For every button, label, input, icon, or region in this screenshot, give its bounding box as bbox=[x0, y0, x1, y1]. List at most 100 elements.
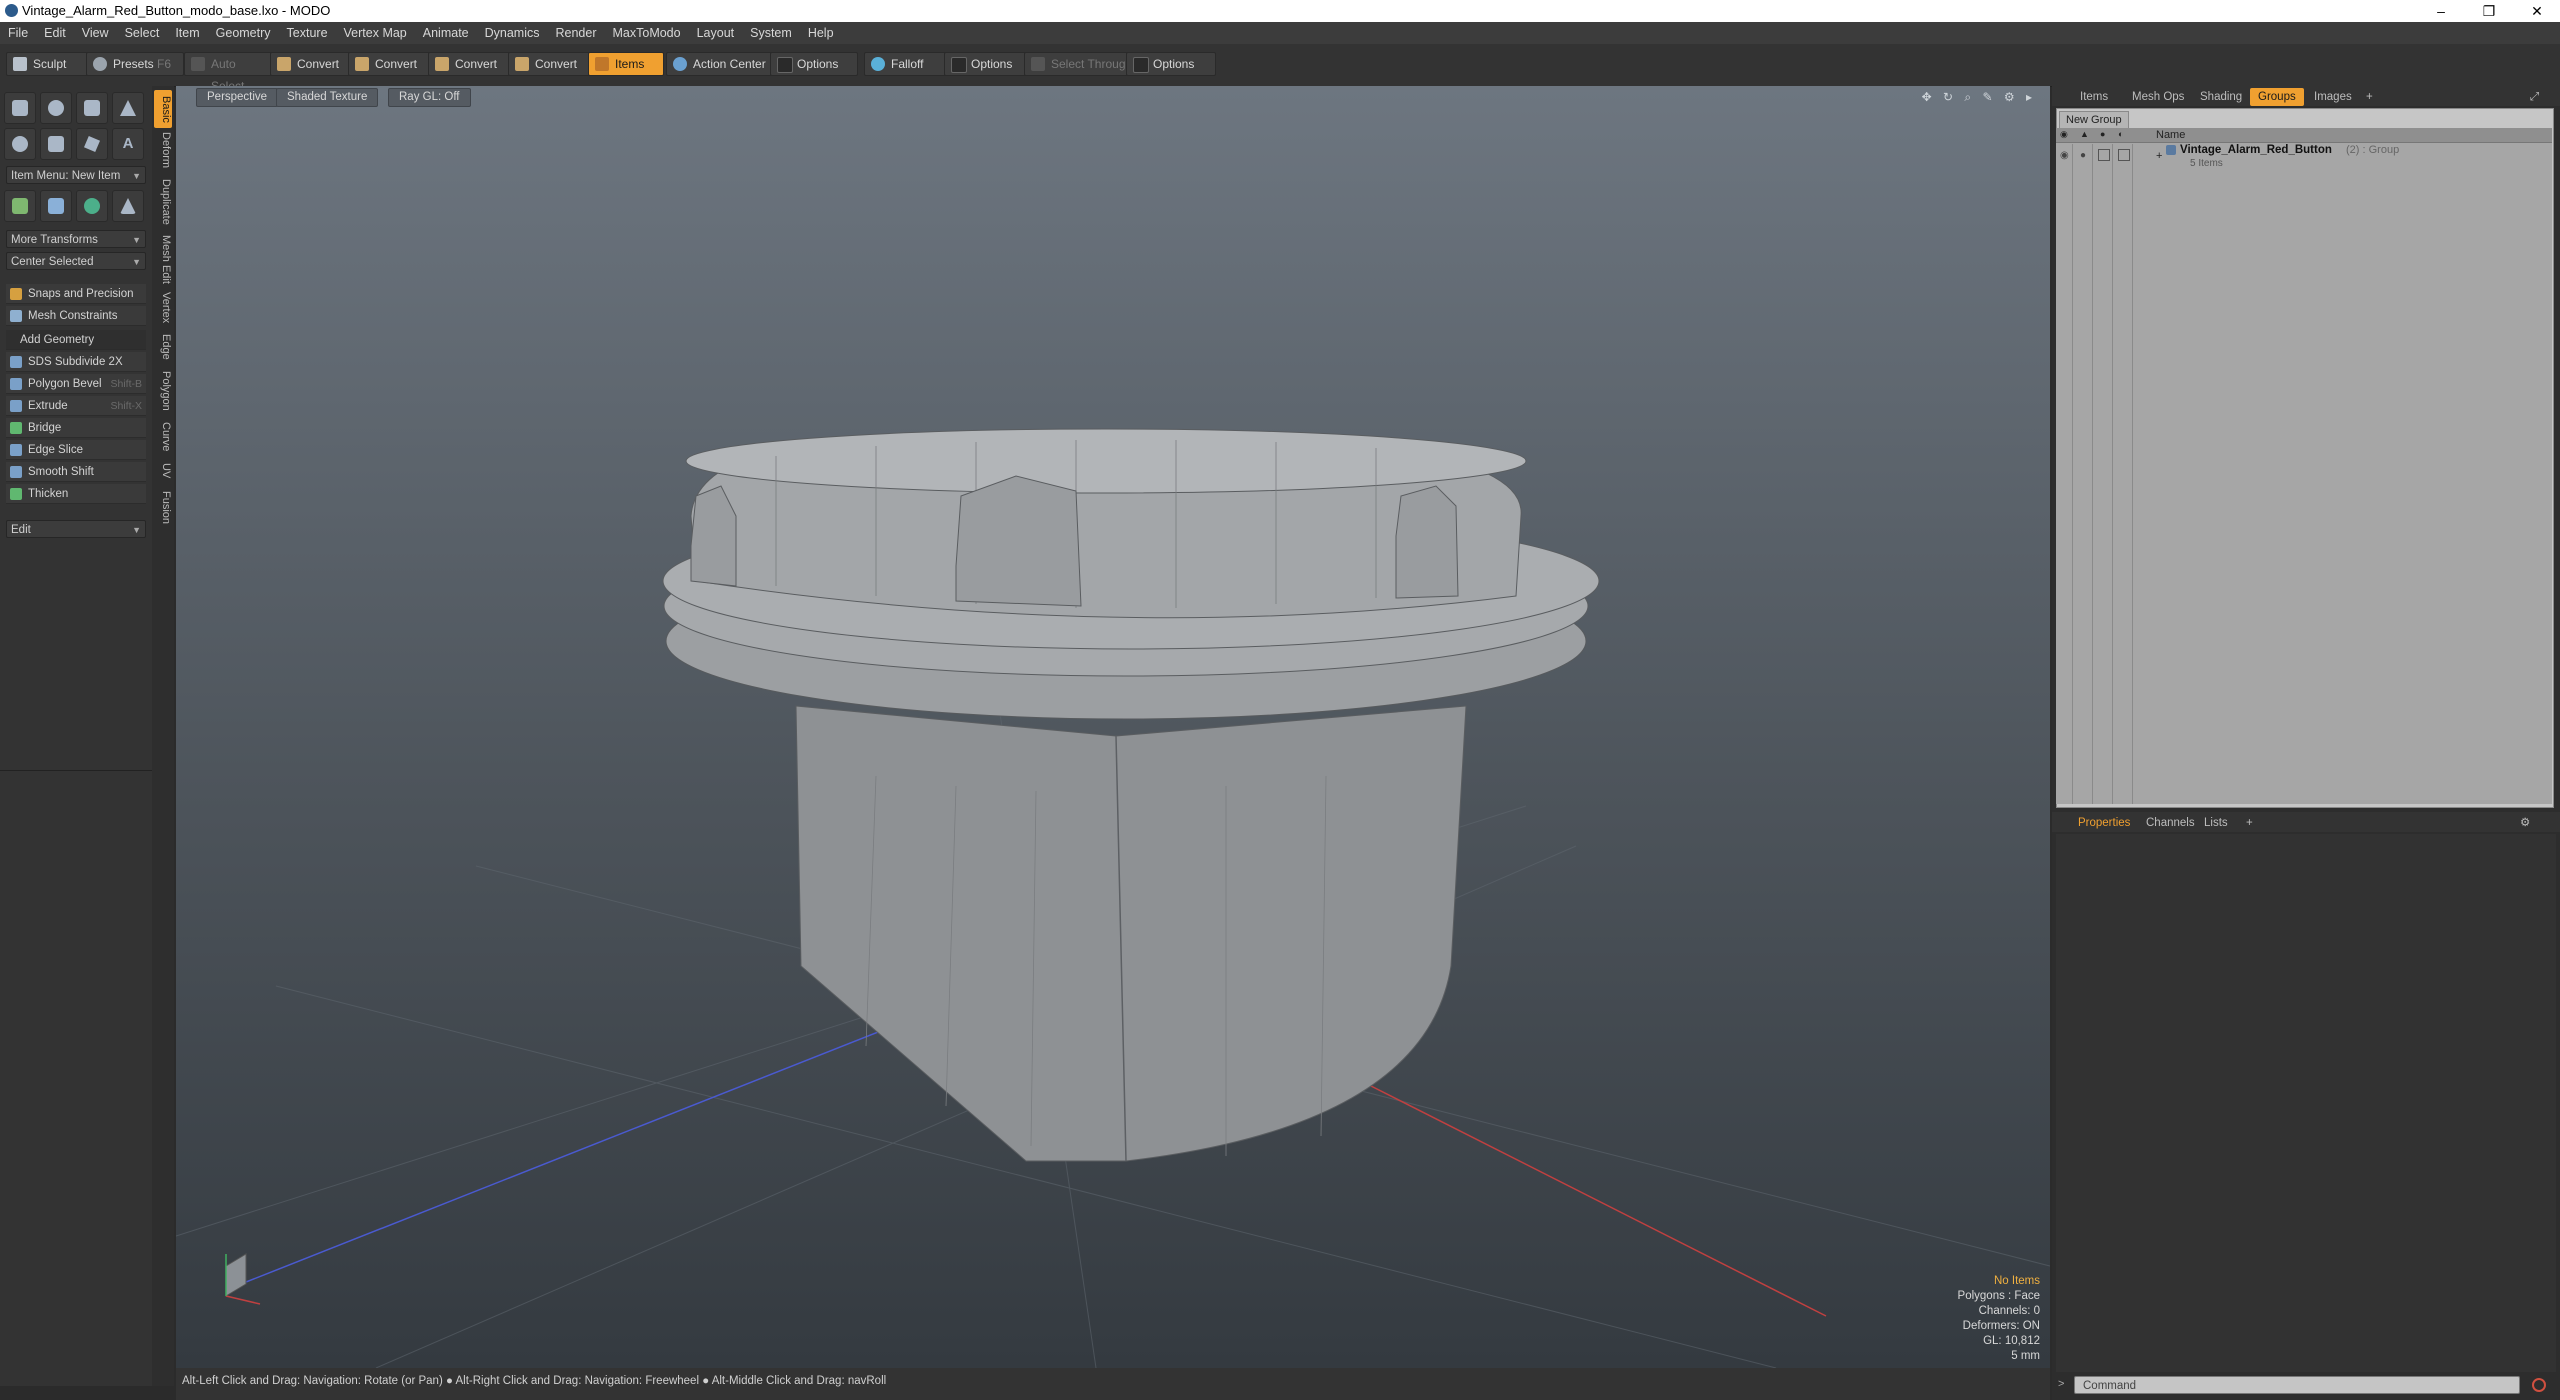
tab-shading[interactable]: Shading bbox=[2192, 88, 2250, 106]
expand-group-icon[interactable]: + bbox=[2156, 150, 2162, 162]
tab-images[interactable]: Images bbox=[2306, 88, 2360, 106]
select-through-icon bbox=[1031, 57, 1045, 71]
maximize-button[interactable]: ❐ bbox=[2466, 0, 2512, 22]
menu-view[interactable]: View bbox=[74, 22, 117, 44]
menu-help[interactable]: Help bbox=[800, 22, 842, 44]
mesh-constraints-button[interactable]: Mesh Constraints bbox=[6, 306, 146, 326]
torus-primitive-button[interactable] bbox=[4, 128, 36, 160]
menu-texture[interactable]: Texture bbox=[279, 22, 336, 44]
grid-button[interactable] bbox=[40, 190, 72, 222]
viewport-nav-icons[interactable]: ✥ ↻ ⌕ ✎ ⚙ ▸ bbox=[1922, 90, 2036, 105]
tab-fusion[interactable]: Fusion bbox=[154, 484, 172, 532]
tab-properties[interactable]: Properties bbox=[2070, 814, 2138, 832]
tab-curve[interactable]: Curve bbox=[154, 416, 172, 458]
tab-mesh-edit[interactable]: Mesh Edit bbox=[154, 230, 172, 288]
convert-edges-button[interactable]: Convert bbox=[348, 52, 430, 76]
convert-vertices-button[interactable]: Convert bbox=[270, 52, 352, 76]
tab-basic[interactable]: Basic bbox=[154, 90, 172, 128]
tab-groups[interactable]: Groups bbox=[2250, 88, 2304, 106]
3d-viewport[interactable]: Perspective Shaded Texture Ray GL: Off ✥… bbox=[176, 86, 2050, 1368]
render-toggle-icon[interactable] bbox=[2098, 149, 2110, 161]
item-menu-dropdown[interactable]: Item Menu: New Item ▼ bbox=[6, 166, 146, 184]
raygl-toggle[interactable]: Ray GL: Off bbox=[388, 88, 471, 107]
menu-edit[interactable]: Edit bbox=[36, 22, 74, 44]
convert-label: Convert bbox=[455, 57, 498, 71]
close-button[interactable]: ✕ bbox=[2514, 0, 2560, 22]
tab-duplicate[interactable]: Duplicate bbox=[154, 172, 172, 232]
auto-select-button[interactable]: Auto Select bbox=[184, 52, 272, 93]
minimize-button[interactable]: – bbox=[2418, 0, 2464, 22]
add-tab-icon[interactable]: + bbox=[2358, 88, 2381, 106]
action-center-options-button[interactable]: Options bbox=[770, 52, 858, 76]
falloff-button[interactable]: Falloff bbox=[864, 52, 952, 76]
menu-vertex-map[interactable]: Vertex Map bbox=[336, 22, 415, 44]
add-geometry-header[interactable]: Add Geometry bbox=[6, 330, 146, 350]
tab-items[interactable]: Items bbox=[2072, 88, 2116, 106]
tab-vertex[interactable]: Vertex bbox=[154, 286, 172, 330]
tool-smooth-shift[interactable]: Smooth Shift bbox=[6, 462, 146, 482]
chevron-down-icon: ▼ bbox=[132, 525, 141, 535]
tool-polygon-bevel[interactable]: Polygon Bevel Shift-B bbox=[6, 374, 146, 394]
select-through-options-button[interactable]: Options bbox=[1126, 52, 1216, 76]
menu-system[interactable]: System bbox=[742, 22, 800, 44]
sculpt-button[interactable]: Sculpt bbox=[6, 52, 96, 76]
menu-geometry[interactable]: Geometry bbox=[208, 22, 279, 44]
menu-maxtomodo[interactable]: MaxToModo bbox=[605, 22, 689, 44]
plane-primitive-button[interactable] bbox=[76, 128, 108, 160]
lock-icon[interactable]: ● bbox=[2080, 150, 2086, 161]
record-icon[interactable] bbox=[2532, 1378, 2546, 1392]
tool-label: Smooth Shift bbox=[28, 466, 94, 478]
tab-mesh-ops[interactable]: Mesh Ops bbox=[2124, 88, 2192, 106]
cube-primitive-button[interactable] bbox=[4, 92, 36, 124]
new-group-button[interactable]: New Group bbox=[2059, 111, 2129, 129]
tool-thicken[interactable]: Thicken bbox=[6, 484, 146, 504]
presets-label: Presets bbox=[113, 57, 154, 71]
falloff-options-button[interactable]: Options bbox=[944, 52, 1032, 76]
transform-icon bbox=[12, 198, 28, 214]
pyramid-button[interactable] bbox=[112, 190, 144, 222]
more-transforms-dropdown[interactable]: More Transforms ▼ bbox=[6, 230, 146, 248]
tab-edge[interactable]: Edge bbox=[154, 328, 172, 366]
convert-polygons-button[interactable]: Convert bbox=[428, 52, 510, 76]
menu-layout[interactable]: Layout bbox=[689, 22, 743, 44]
tool-extrude[interactable]: Extrude Shift-X bbox=[6, 396, 146, 416]
tab-channels[interactable]: Channels bbox=[2138, 814, 2203, 832]
command-input[interactable]: Command bbox=[2074, 1376, 2520, 1394]
globe-button[interactable] bbox=[76, 190, 108, 222]
convert-materials-button[interactable]: Convert bbox=[508, 52, 590, 76]
menu-select[interactable]: Select bbox=[117, 22, 168, 44]
cylinder-primitive-button[interactable] bbox=[76, 92, 108, 124]
properties-settings-icon[interactable]: ⚙ bbox=[2512, 814, 2538, 832]
tab-deform[interactable]: Deform bbox=[154, 126, 172, 174]
tool-sds-subdivide[interactable]: SDS Subdivide 2X bbox=[6, 352, 146, 372]
center-selected-dropdown[interactable]: Center Selected ▼ bbox=[6, 252, 146, 270]
select-toggle-icon[interactable] bbox=[2118, 149, 2130, 161]
expand-panel-icon[interactable]: ⤢ bbox=[2522, 88, 2547, 106]
auto-select-icon bbox=[191, 57, 205, 71]
tab-polygon[interactable]: Polygon bbox=[154, 364, 172, 418]
tool-bridge[interactable]: Bridge bbox=[6, 418, 146, 438]
tube-primitive-button[interactable] bbox=[40, 128, 72, 160]
eye-icon[interactable]: ◉ bbox=[2060, 150, 2069, 161]
tool-edge-slice[interactable]: Edge Slice bbox=[6, 440, 146, 460]
menu-file[interactable]: File bbox=[0, 22, 36, 44]
menu-dynamics[interactable]: Dynamics bbox=[477, 22, 548, 44]
cube-icon bbox=[12, 100, 28, 116]
text-primitive-button[interactable]: A bbox=[112, 128, 144, 160]
menu-item[interactable]: Item bbox=[167, 22, 207, 44]
menu-animate[interactable]: Animate bbox=[415, 22, 477, 44]
add-tab-icon[interactable]: + bbox=[2238, 814, 2261, 832]
perspective-dropdown[interactable]: Perspective bbox=[196, 88, 279, 107]
edit-dropdown[interactable]: Edit ▼ bbox=[6, 520, 146, 538]
sphere-primitive-button[interactable] bbox=[40, 92, 72, 124]
presets-button[interactable]: Presets F6 bbox=[86, 52, 184, 76]
group-row[interactable]: ◉ ● + Vintage_Alarm_Red_Button (2) : Gro… bbox=[2056, 144, 2552, 172]
shading-mode-dropdown[interactable]: Shaded Texture bbox=[276, 88, 379, 107]
tab-uv[interactable]: UV bbox=[154, 456, 172, 486]
tab-lists[interactable]: Lists bbox=[2196, 814, 2236, 832]
snaps-precision-button[interactable]: Snaps and Precision bbox=[6, 284, 146, 304]
cone-primitive-button[interactable] bbox=[112, 92, 144, 124]
menu-render[interactable]: Render bbox=[548, 22, 605, 44]
items-mode-button[interactable]: Items bbox=[588, 52, 664, 76]
transform-button[interactable] bbox=[4, 190, 36, 222]
